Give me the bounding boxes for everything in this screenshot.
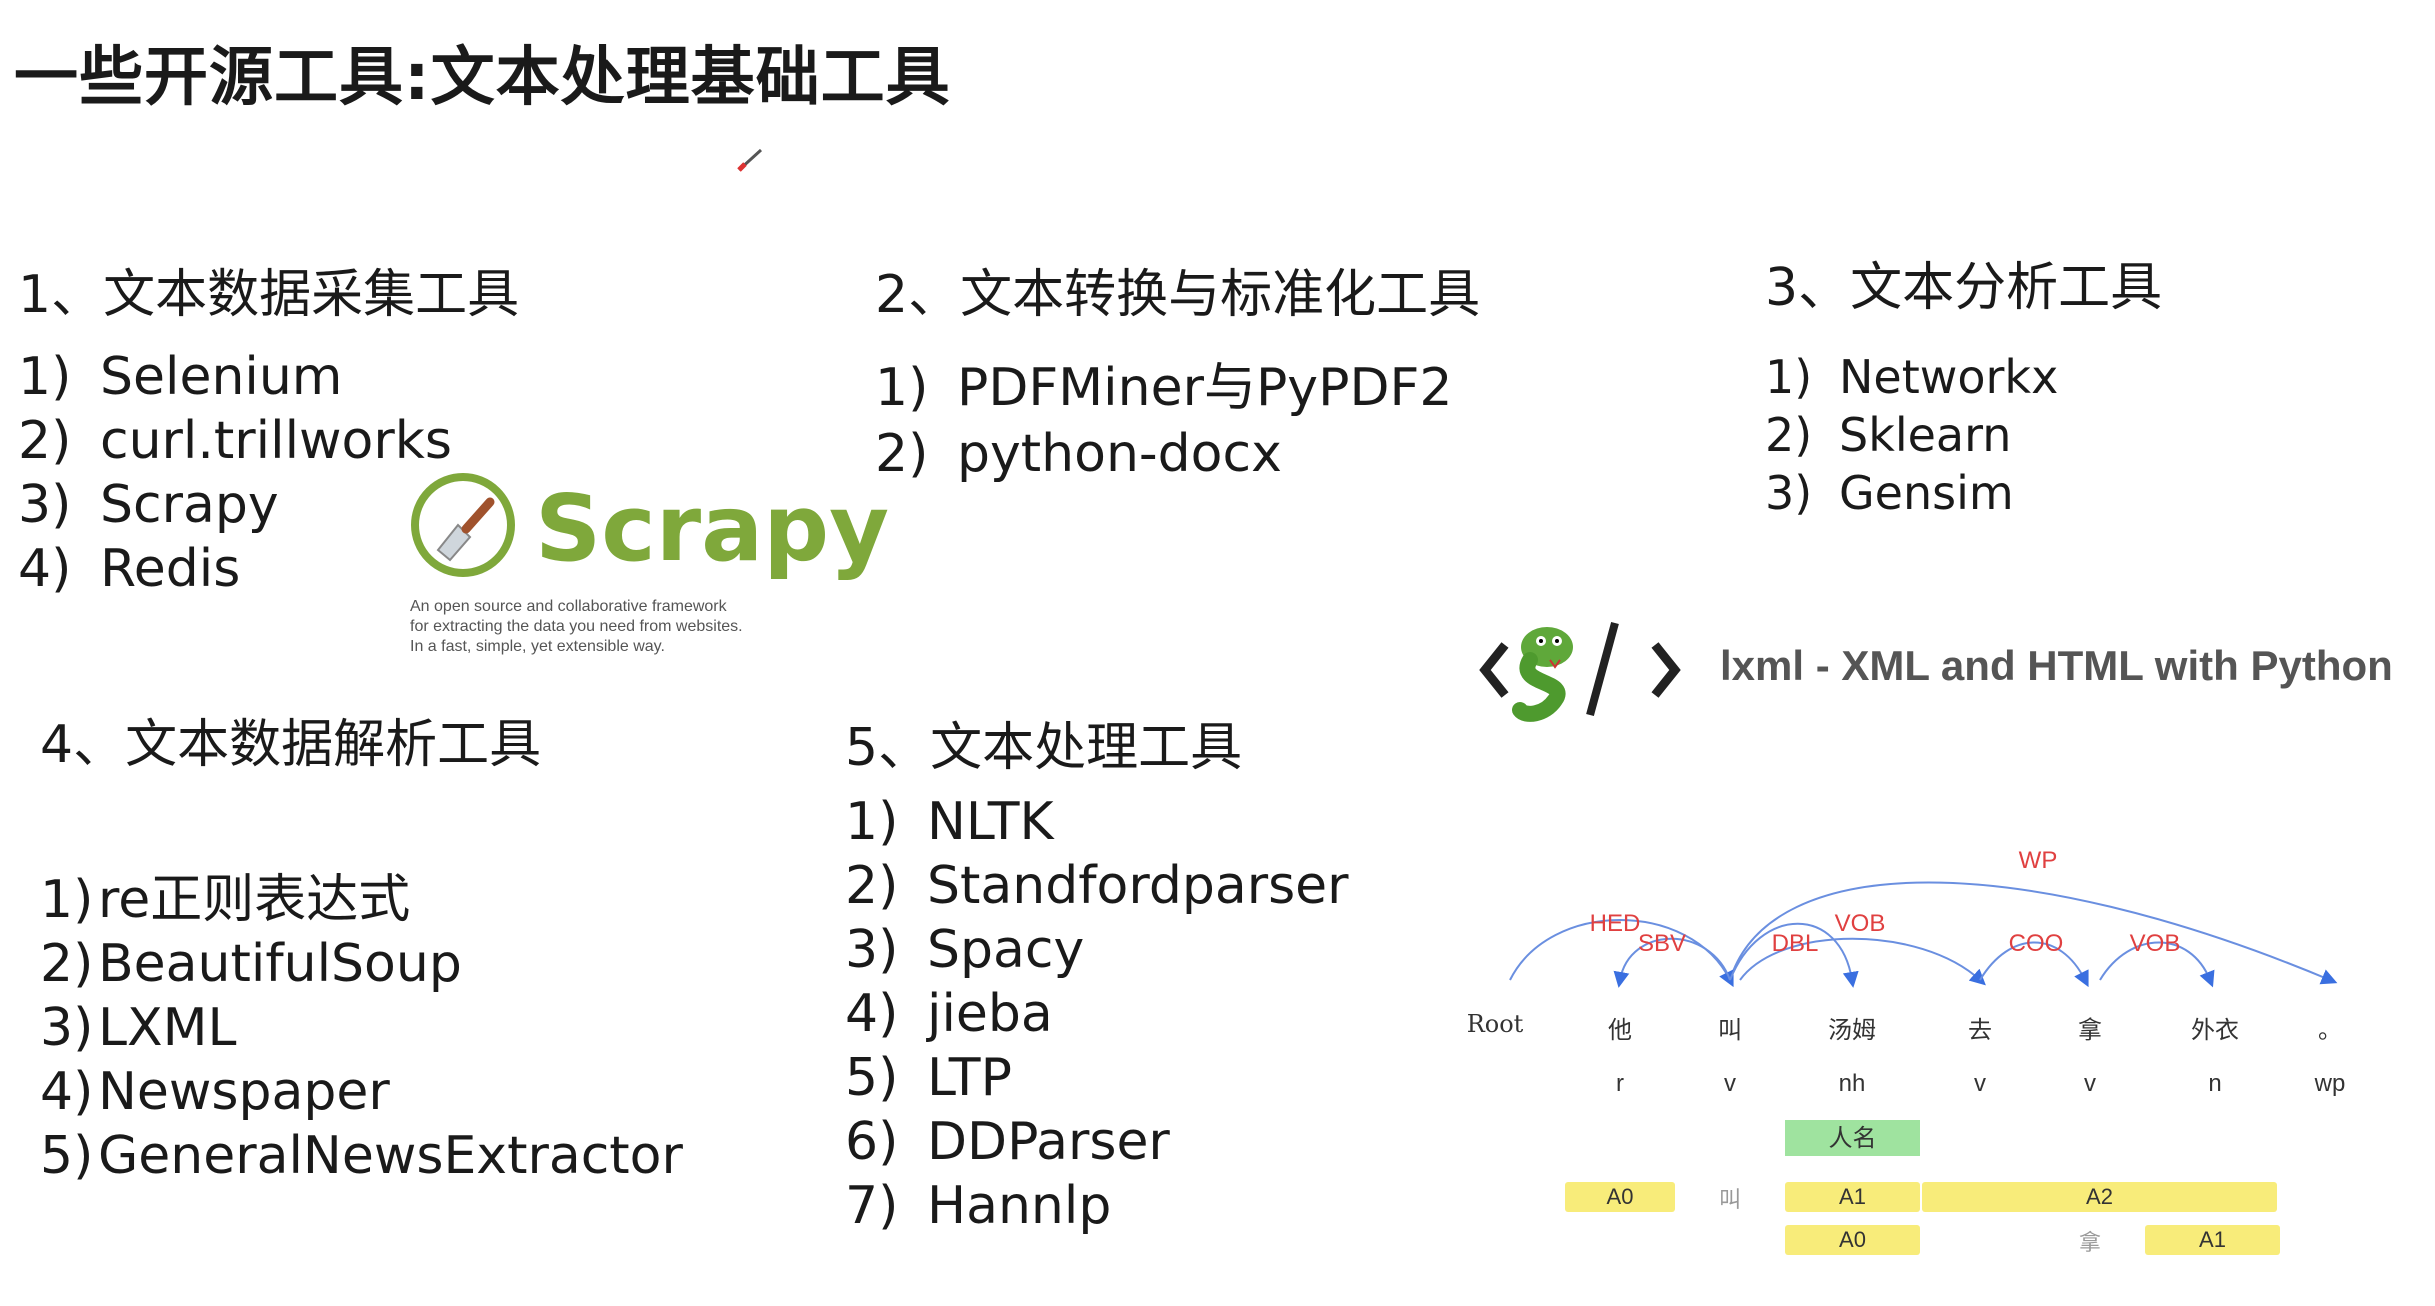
list-item: 1) PDFMiner与PyPDF2 [875,358,1453,418]
list-item: 4) Redis [18,539,241,599]
list-item: 1) NLTK [845,792,1054,852]
srl-predicate: 拿 [2078,1231,2102,1256]
pos-tag: v [1974,1070,1986,1097]
ner-box: 人名 [1785,1120,1920,1156]
srl-predicate: 叫 [1718,1188,1742,1213]
collection-tools-list: 1) Selenium 2) curl.trillworks 3) Scrapy 4)… [18,345,452,601]
scrapy-tagline-3: In a fast, simple, yet extensible way. [410,638,665,655]
scrapy-logo-text: Scrapy [535,475,890,582]
lxml-snake-icon [1479,621,1681,722]
srl-box: A0 [1785,1225,1920,1255]
pos-tag: r [1616,1070,1624,1097]
token: 叫 [1718,1016,1742,1044]
arc-label-vob2: VOB [2129,930,2181,957]
section-heading-conversion: 2、文本转换与标准化工具 [875,265,1481,325]
pos-tag: n [2208,1070,2222,1097]
dependency-parse-diagram: WP HED SBV VOB DBL COO VOB Root 他 叫 汤姆 去… [1440,830,2370,1270]
lxml-logo-text: lxml - XML and HTML with Python [1720,642,2393,689]
arc-label-sbv: SBV [1637,930,1687,957]
list-item: 2) Standfordparser [845,856,1349,916]
list-item: 3)LXML [40,998,237,1058]
token-root: Root [1466,1010,1524,1038]
list-item: 2) curl.trillworks [18,411,452,471]
pos-tag: wp [2314,1070,2346,1097]
token: 汤姆 [1828,1016,1876,1044]
list-item: 1) Networkx [1765,350,2059,404]
scrapy-tagline-1: An open source and collaborative framewo… [410,598,727,615]
conversion-tools-list: 1) PDFMiner与PyPDF2 2) python-docx [875,355,1452,487]
pos-tag: v [2084,1070,2096,1097]
list-item: 2) Sklearn [1765,408,2012,462]
srl-box: A0 [1565,1182,1675,1212]
section-heading-processing: 5、文本处理工具 [845,718,1243,778]
token: 。 [2318,1016,2342,1044]
section-heading-analysis: 3、文本分析工具 [1765,258,2163,318]
parsing-tools-list: 1)re正则表达式 2)BeautifulSoup 3)LXML 4)Newsp… [40,868,683,1188]
list-item: 7) Hannlp [845,1176,1112,1236]
token: 去 [1968,1016,1992,1044]
token: 拿 [2078,1016,2102,1044]
srl-box: A2 [1922,1182,2277,1212]
scrapy-tagline-2: for extracting the data you need from we… [410,618,743,635]
pos-tag: nh [1838,1070,1866,1097]
token: 外衣 [2191,1016,2239,1044]
srl-box: A1 [2145,1225,2280,1255]
list-item: 2) python-docx [875,424,1282,484]
list-item: 5)GeneralNewsExtractor [40,1126,683,1186]
section-heading-collection: 1、文本数据采集工具 [18,265,520,325]
srl-box: A1 [1785,1182,1920,1212]
pos-tag: v [1724,1070,1736,1097]
list-item: 6) DDParser [845,1112,1170,1172]
page-title: 一些开源工具:文本处理基础工具 [14,41,951,115]
arc-label-hed: HED [1589,910,1641,937]
list-item: 2)BeautifulSoup [40,934,462,994]
arc-label-vob1: VOB [1834,910,1886,937]
list-item: 3) Spacy [845,920,1085,980]
scrapy-spatula-icon [411,473,515,577]
arc-label-dbl: DBL [1771,930,1819,957]
pen-cursor-icon [737,148,763,172]
list-item: 4)Newspaper [40,1062,390,1122]
list-item: 3) Gensim [1765,466,2014,520]
section-heading-parsing: 4、文本数据解析工具 [40,715,542,775]
arc-label-wp: WP [2018,847,2058,874]
token: 他 [1608,1016,1632,1044]
list-item: 5) LTP [845,1048,1012,1108]
list-item: 3) Scrapy [18,475,279,535]
arc-label-coo: COO [2008,930,2064,957]
analysis-tools-list: 1) Networkx 2) Sklearn 3) Gensim [1765,348,2058,522]
list-item: 1)re正则表达式 [40,870,411,930]
list-item: 4) jieba [845,984,1053,1044]
list-item: 1) Selenium [18,347,343,407]
processing-tools-list: 1) NLTK 2) Standfordparser 3) Spacy 4) jieba… [845,790,1349,1238]
